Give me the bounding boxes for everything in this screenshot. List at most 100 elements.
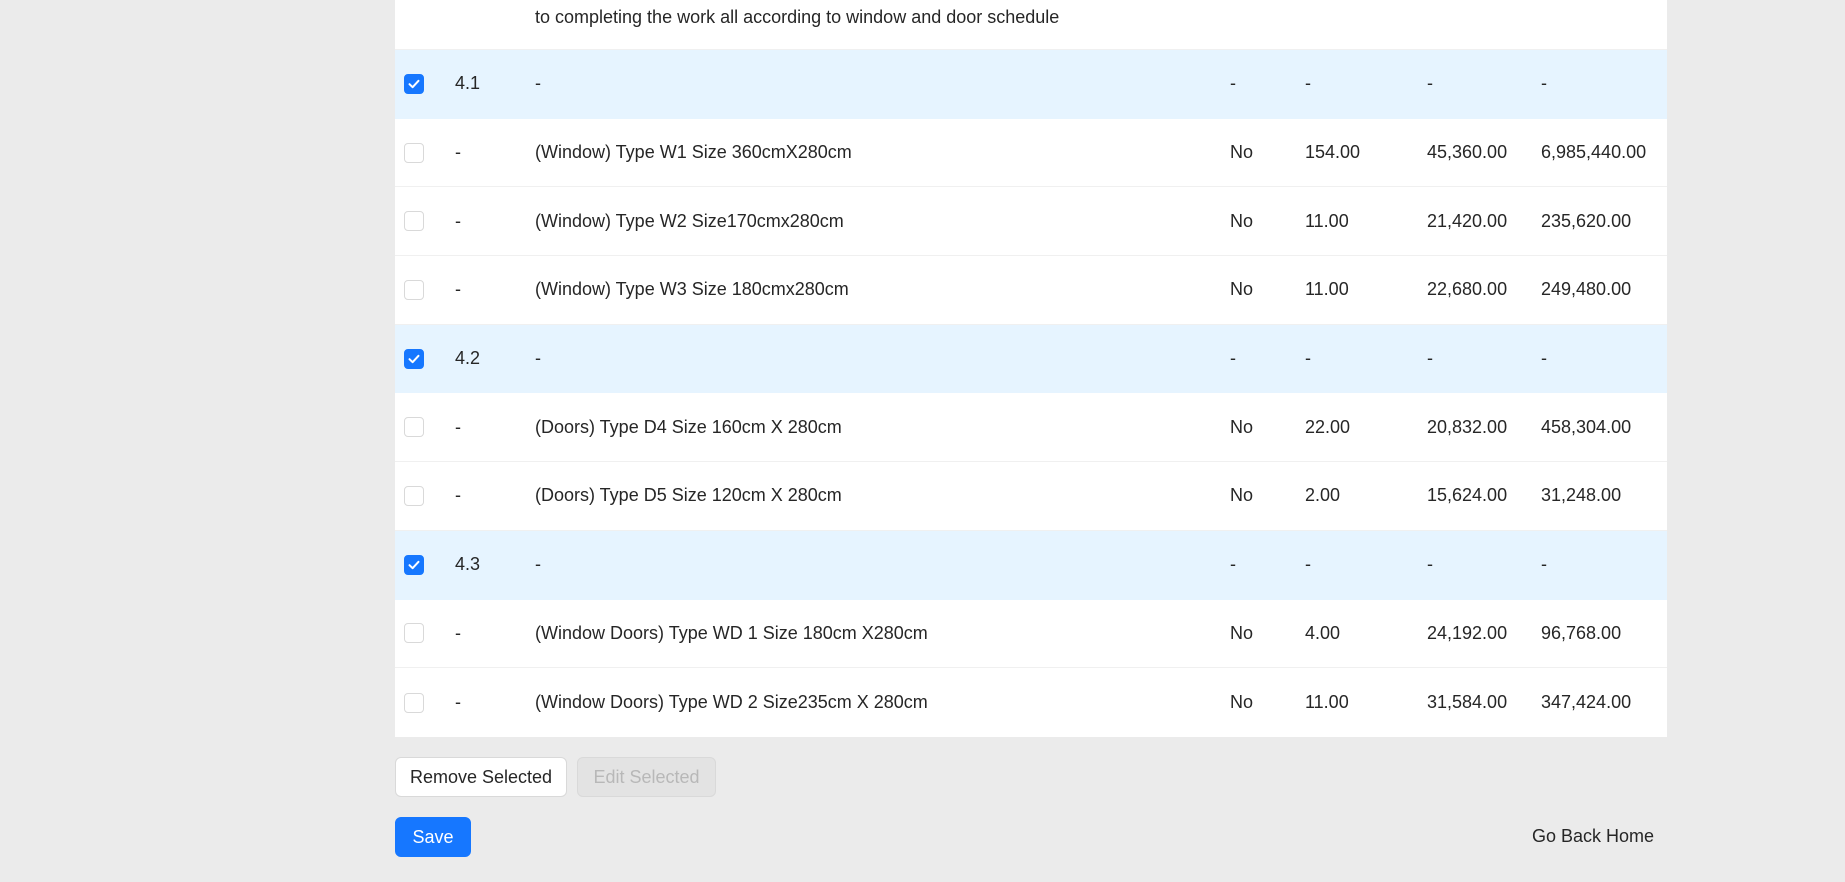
item-number: 4.3 [455, 554, 481, 575]
item-amount: 458,304.00 [1541, 416, 1632, 437]
item-description: (Window) Type W2 Size170cmx280cm [535, 210, 844, 231]
table-row[interactable]: - (Doors) Type D5 Size 120cm X 280cm No 2.0… [395, 462, 1667, 531]
item-quantity: 154.00 [1305, 142, 1361, 163]
item-rate: 45,360.00 [1427, 142, 1508, 163]
table-row[interactable]: - (Window) Type W2 Size170cmx280cm No 11.00… [395, 187, 1667, 257]
table-row-group[interactable]: 4.1 - - - - - [395, 50, 1667, 119]
item-number: - [455, 210, 461, 231]
item-flag: - [1230, 73, 1236, 94]
item-description: (Window) Type W1 Size 360cmX280cm [535, 142, 852, 163]
item-quantity: 2.00 [1305, 485, 1341, 506]
go-back-home-link[interactable]: Go Back Home [1532, 826, 1654, 847]
item-rate: 24,192.00 [1427, 622, 1508, 643]
item-amount: 31,248.00 [1541, 485, 1622, 506]
item-description: - [535, 554, 541, 575]
item-quantity: 11.00 [1305, 210, 1349, 231]
row-checkbox[interactable] [404, 623, 424, 644]
item-amount: - [1541, 348, 1547, 369]
item-rate: 15,624.00 [1427, 485, 1508, 506]
item-number: - [455, 416, 461, 437]
item-flag: No [1230, 692, 1254, 713]
item-amount: 96,768.00 [1541, 622, 1622, 643]
item-flag: No [1230, 210, 1254, 231]
row-select-cell [404, 187, 424, 255]
item-quantity: - [1305, 348, 1311, 369]
row-select-cell [404, 393, 424, 461]
item-description: (Window Doors) Type WD 2 Size235cm X 280… [535, 692, 928, 713]
item-description: - [535, 348, 541, 369]
item-description: (Window) Type W3 Size 180cmx280cm [535, 279, 849, 300]
row-checkbox[interactable] [404, 279, 424, 300]
row-checkbox[interactable] [404, 211, 424, 232]
item-quantity: - [1305, 554, 1311, 575]
row-select-cell [404, 50, 424, 118]
item-rate: - [1427, 73, 1433, 94]
item-amount: - [1541, 554, 1547, 575]
item-description: (Doors) Type D4 Size 160cm X 280cm [535, 416, 842, 437]
table-row-group[interactable]: 4.2 - - - - - [395, 324, 1667, 394]
item-amount: 249,480.00 [1541, 279, 1632, 300]
item-number: - [455, 692, 461, 713]
item-flag: - [1230, 554, 1236, 575]
row-checkbox[interactable] [404, 485, 424, 506]
item-amount: - [1541, 73, 1547, 94]
row-checkbox[interactable] [404, 692, 424, 713]
item-flag: No [1230, 622, 1254, 643]
items-table: to completing the work all according to … [395, 0, 1667, 737]
table-row[interactable]: - (Window Doors) Type WD 2 Size235cm X 28… [395, 668, 1667, 737]
item-number: - [455, 142, 461, 163]
row-select-cell [404, 462, 424, 530]
table-row[interactable]: - (Window) Type W3 Size 180cmx280cm No 11.0… [395, 256, 1667, 325]
item-quantity: 22.00 [1305, 416, 1351, 437]
edit-selected-button[interactable]: Edit Selected [577, 757, 716, 797]
item-rate: - [1427, 554, 1433, 575]
item-flag: No [1230, 279, 1254, 300]
row-select-cell [404, 668, 424, 737]
table-row[interactable]: - (Doors) Type D4 Size 160cm X 280cm No 22.… [395, 393, 1667, 463]
item-rate: 20,832.00 [1427, 416, 1508, 437]
row-checkbox[interactable] [404, 142, 424, 163]
item-amount: 6,985,440.00 [1541, 142, 1647, 163]
item-number: - [455, 485, 461, 506]
save-button[interactable]: Save [395, 817, 471, 857]
item-flag: No [1230, 485, 1254, 506]
item-number: - [455, 622, 461, 643]
row-select-cell [404, 531, 424, 599]
row-checkbox[interactable] [404, 417, 424, 438]
item-quantity: - [1305, 73, 1311, 94]
row-checkbox[interactable] [404, 73, 424, 94]
item-flag: No [1230, 142, 1254, 163]
item-amount: 347,424.00 [1541, 692, 1632, 713]
item-flag: No [1230, 416, 1254, 437]
row-select-cell [404, 325, 424, 393]
item-description: (Doors) Type D5 Size 120cm X 280cm [535, 485, 842, 506]
item-rate: 31,584.00 [1427, 692, 1508, 713]
item-amount: 235,620.00 [1541, 210, 1632, 231]
check-icon [408, 354, 420, 363]
item-description: - [535, 73, 541, 94]
item-rate: - [1427, 348, 1433, 369]
check-icon [408, 560, 420, 569]
table-row[interactable]: - (Window Doors) Type WD 1 Size 180cm X28… [395, 600, 1667, 669]
row-select-cell [404, 256, 424, 324]
item-number: 4.1 [455, 73, 481, 94]
item-quantity: 11.00 [1305, 692, 1349, 713]
table-row[interactable]: - (Window) Type W1 Size 360cmX280cm No 154.… [395, 119, 1667, 188]
remove-selected-button[interactable]: Remove Selected [395, 757, 567, 797]
item-description: (Window Doors) Type WD 1 Size 180cm X280… [535, 622, 928, 643]
check-icon [408, 79, 420, 89]
row-checkbox[interactable] [404, 348, 424, 369]
item-number: 4.2 [455, 348, 481, 369]
description-continuation: to completing the work all according to … [395, 0, 1667, 50]
row-select-cell [404, 600, 424, 668]
table-body: 4.1 - - - - - - (Window) Type W1 Size 360cmX280… [395, 50, 1667, 737]
item-quantity: 11.00 [1305, 279, 1349, 300]
item-rate: 22,680.00 [1427, 279, 1508, 300]
table-row-group[interactable]: 4.3 - - - - - [395, 530, 1667, 600]
item-number: - [455, 279, 461, 300]
item-flag: - [1230, 348, 1236, 369]
item-quantity: 4.00 [1305, 622, 1341, 643]
row-checkbox[interactable] [404, 554, 424, 575]
row-select-cell [404, 119, 424, 187]
item-rate: 21,420.00 [1427, 210, 1508, 231]
